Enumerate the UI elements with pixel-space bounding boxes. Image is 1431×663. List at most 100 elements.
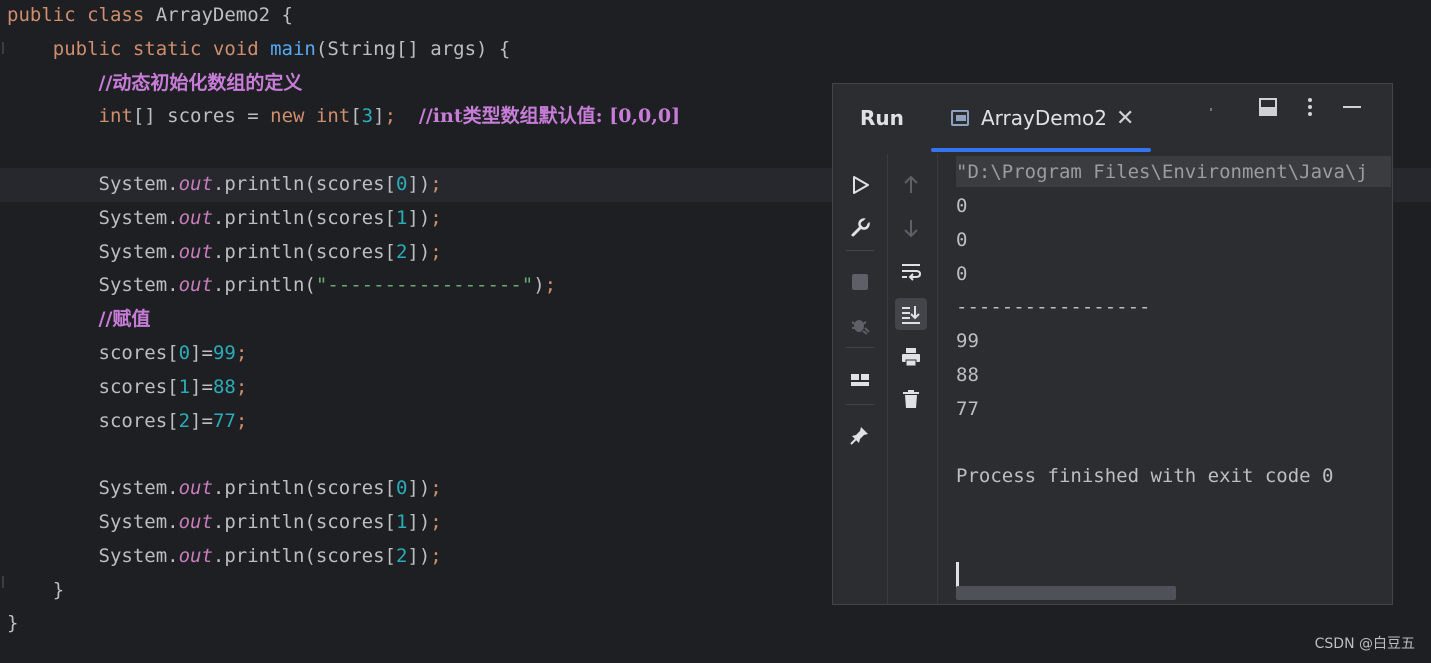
code-token: //动态初始化数组的定义: [98, 71, 303, 94]
close-icon[interactable]: ✕: [1116, 106, 1134, 131]
code-token: 0: [395, 477, 408, 500]
separator: [846, 347, 874, 348]
code-token: System.: [7, 544, 179, 567]
code-token: scores[: [7, 375, 179, 398]
layout-icon[interactable]: [1257, 96, 1279, 123]
minimize-icon[interactable]: [1341, 96, 1363, 123]
fold-marker[interactable]: [2, 42, 4, 54]
code-token: 2: [395, 240, 408, 263]
code-token: out: [178, 274, 213, 297]
trash-icon[interactable]: [895, 383, 927, 415]
console-line: 88: [956, 364, 979, 386]
code-token: .println(scores[: [212, 240, 396, 263]
code-token: 1: [395, 206, 408, 229]
code-token: }: [7, 578, 65, 601]
code-token: out: [178, 206, 213, 229]
active-tab-indicator: [931, 148, 1151, 152]
code-token: //int类型数组默认值: [0,0,0]: [418, 105, 681, 128]
console-line: 0: [956, 262, 968, 285]
code-token: .println(scores[: [212, 477, 396, 500]
horizontal-scrollbar[interactable]: [956, 586, 1176, 600]
code-token: System.: [7, 206, 179, 229]
code-token: ]=: [190, 375, 213, 398]
soft-wrap-icon[interactable]: [895, 255, 927, 287]
up-arrow-icon[interactable]: [895, 169, 927, 201]
code-token: out: [178, 173, 213, 195]
fold-marker[interactable]: [2, 576, 4, 588]
code-token: System.: [7, 173, 179, 195]
code-token: scores[: [7, 342, 179, 364]
code-token: 99: [212, 342, 236, 364]
code-token: int: [7, 105, 133, 128]
tab-label: ArrayDemo2: [981, 106, 1108, 130]
code-token: 1: [178, 375, 191, 398]
wrench-icon[interactable]: [844, 212, 876, 244]
code-token: (String[] args) {: [315, 37, 511, 60]
code-token: ): [533, 274, 545, 297]
console-line: Process finished with exit code 0: [956, 465, 1334, 488]
code-token: ]): [407, 477, 431, 500]
code-token: ;: [384, 105, 397, 128]
code-token: new int: [270, 105, 351, 128]
code-token: ]): [407, 240, 431, 263]
code-token: ]: [373, 105, 385, 128]
code-token: ;: [235, 342, 248, 364]
pin-icon[interactable]: [844, 419, 876, 451]
code-token: System.: [7, 477, 179, 500]
console-line: -----------------: [956, 296, 1151, 319]
code-line[interactable]: public class ArrayDemo2 {: [0, 0, 1431, 33]
code-token: main: [270, 37, 316, 60]
code-token: 3: [361, 105, 374, 128]
run-icon[interactable]: [844, 169, 876, 201]
code-line[interactable]: }: [0, 607, 1431, 641]
code-token: }: [7, 612, 19, 635]
code-token: ;: [430, 511, 442, 533]
down-arrow-icon[interactable]: [895, 212, 927, 244]
code-token: out: [178, 511, 213, 533]
code-token: [: [350, 105, 362, 128]
stop-icon[interactable]: [844, 266, 876, 298]
code-token: ;: [235, 375, 248, 398]
run-header: Run ArrayDemo2 ✕: [833, 84, 1392, 154]
print-icon[interactable]: [895, 341, 927, 373]
code-token: ;: [430, 206, 442, 229]
code-token: .println(scores[: [212, 173, 396, 195]
code-token: .println(scores[: [212, 511, 396, 533]
code-token: 2: [395, 544, 408, 567]
more-icon[interactable]: [1299, 96, 1321, 123]
code-token: ;: [430, 544, 442, 567]
code-token: ;: [544, 274, 557, 297]
separator: [846, 404, 874, 405]
code-token: ]): [407, 206, 431, 229]
code-token: .println(: [212, 274, 316, 297]
code-token: ]=: [190, 342, 213, 364]
console-line: 77: [956, 397, 979, 420]
console-tab-icon: [951, 110, 969, 126]
code-line[interactable]: public static void main(String[] args) {: [0, 33, 1431, 67]
code-token: System.: [7, 274, 179, 297]
debug-icon[interactable]: [844, 309, 876, 341]
scroll-to-end-icon[interactable]: [895, 298, 927, 330]
code-token: ;: [430, 173, 442, 195]
code-token: out: [178, 477, 213, 500]
run-toolbar-left: [833, 154, 888, 604]
code-token: 88: [212, 375, 236, 398]
code-token: ]=: [190, 409, 213, 432]
code-token: ;: [430, 240, 442, 263]
layout-icon[interactable]: [844, 364, 876, 396]
code-token: ArrayDemo2 {: [155, 4, 293, 26]
separator: [846, 250, 874, 251]
code-token: ]): [407, 173, 431, 195]
run-toolbar-right: [887, 154, 938, 604]
code-token: ;: [235, 409, 248, 432]
console-output[interactable]: "D:\Program Files\Environment\Java\j 0 0 0…: [951, 154, 1391, 604]
code-token: .println(scores[: [212, 544, 396, 567]
console-line: 99: [956, 330, 979, 353]
code-token: scores[: [7, 409, 179, 432]
run-tool-window: Run ArrayDemo2 ✕ "D:\Program Files\Envir…: [832, 83, 1393, 605]
tab-arraydemo2[interactable]: ArrayDemo2 ✕: [933, 84, 1149, 154]
code-token: [] scores =: [132, 105, 271, 128]
code-token: System.: [7, 511, 179, 533]
